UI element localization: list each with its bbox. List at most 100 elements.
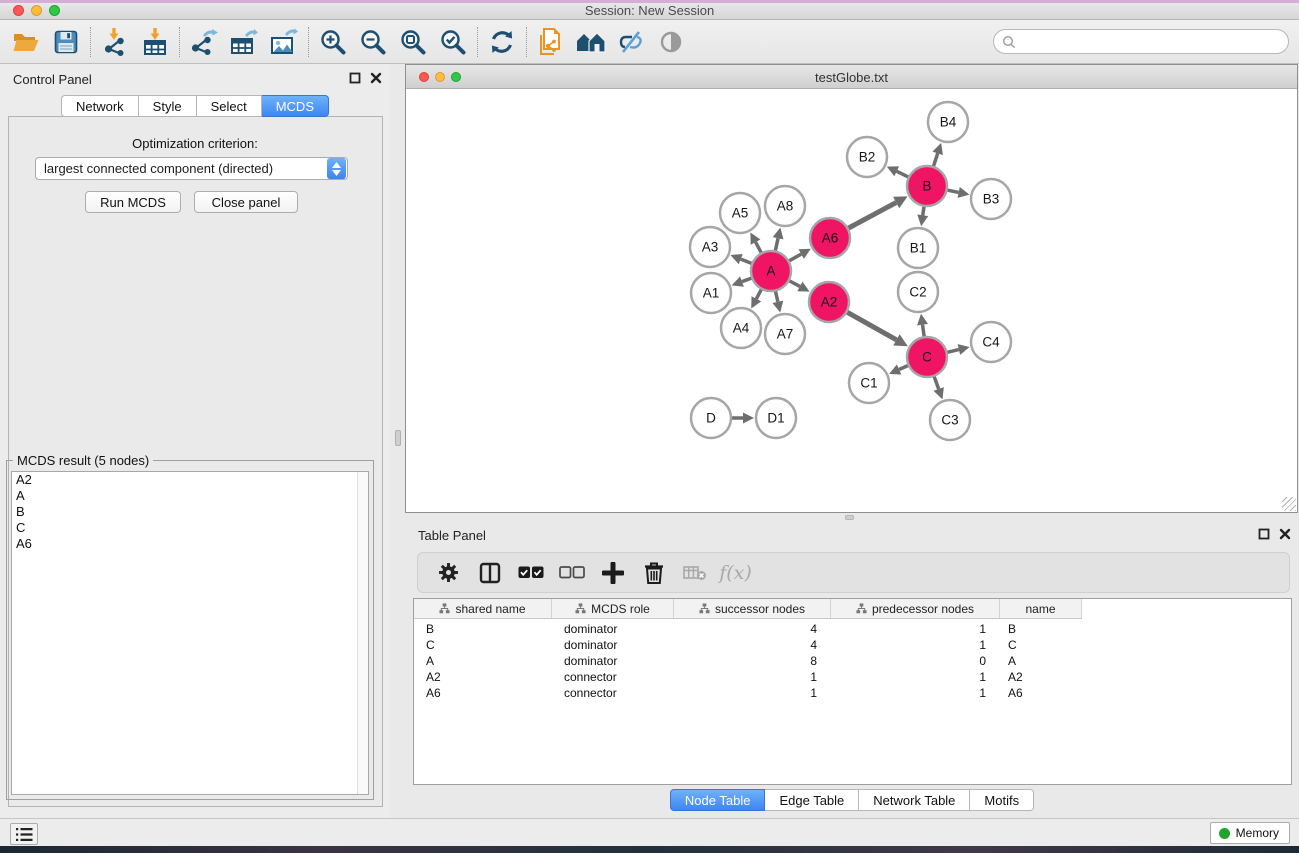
column-header-successor-nodes[interactable]: successor nodes xyxy=(674,599,831,618)
cell-MCDS-role[interactable]: dominator xyxy=(552,621,674,637)
node-table[interactable]: shared nameMCDS rolesuccessor nodesprede… xyxy=(413,598,1292,785)
mcds-result-item[interactable]: C xyxy=(12,520,368,536)
function-builder-button[interactable]: f(x) xyxy=(717,556,754,590)
create-column-button[interactable] xyxy=(594,556,631,590)
edge-arrowhead-icon xyxy=(772,301,783,313)
zoom-out-button[interactable] xyxy=(353,24,393,60)
cell-successor-nodes[interactable]: 4 xyxy=(674,637,831,653)
search-input[interactable] xyxy=(993,29,1289,54)
cell-predecessor-nodes[interactable]: 1 xyxy=(831,637,1000,653)
table-row[interactable]: A6connector11A6 xyxy=(414,685,1082,701)
column-header-name[interactable]: name xyxy=(1000,599,1082,618)
column-header-MCDS-role[interactable]: MCDS role xyxy=(552,599,674,618)
float-panel-icon[interactable] xyxy=(1258,528,1270,540)
tab-motifs[interactable]: Motifs xyxy=(970,789,1034,811)
result-list-scrollbar[interactable] xyxy=(357,472,368,794)
cell-MCDS-role[interactable]: connector xyxy=(552,669,674,685)
delete-columns-button[interactable] xyxy=(635,556,672,590)
cell-shared-name[interactable]: A2 xyxy=(414,669,552,685)
tab-node-table[interactable]: Node Table xyxy=(670,789,766,811)
deselect-all-button[interactable] xyxy=(553,556,590,590)
export-table-button[interactable] xyxy=(224,24,264,60)
close-panel-icon[interactable] xyxy=(1279,528,1291,540)
cell-name[interactable]: B xyxy=(1000,621,1082,637)
hierarchy-icon xyxy=(439,603,450,614)
save-floppy-icon xyxy=(54,30,78,54)
select-all-button[interactable] xyxy=(512,556,549,590)
save-session-button[interactable] xyxy=(46,24,86,60)
panel-splitter-handle[interactable] xyxy=(395,430,401,446)
network-window-titlebar[interactable]: testGlobe.txt xyxy=(406,65,1297,89)
export-network-button[interactable] xyxy=(184,24,224,60)
close-panel-button[interactable]: Close panel xyxy=(194,191,298,213)
mcds-result-list[interactable]: A2ABCA6 xyxy=(11,471,369,795)
cell-name[interactable]: A6 xyxy=(1000,685,1082,701)
column-header-shared-name[interactable]: shared name xyxy=(414,599,552,618)
cell-successor-nodes[interactable]: 1 xyxy=(674,685,831,701)
cell-shared-name[interactable]: A6 xyxy=(414,685,552,701)
cell-predecessor-nodes[interactable]: 0 xyxy=(831,653,1000,669)
table-row[interactable]: Bdominator41B xyxy=(414,621,1082,637)
refresh-view-button[interactable] xyxy=(482,24,522,60)
control-panel-tabbar: NetworkStyleSelectMCDS xyxy=(0,95,390,117)
mcds-result-item[interactable]: A2 xyxy=(12,472,368,488)
tab-edge-table[interactable]: Edge Table xyxy=(765,789,859,811)
cell-successor-nodes[interactable]: 1 xyxy=(674,669,831,685)
table-row[interactable]: A2connector11A2 xyxy=(414,669,1082,685)
cell-name[interactable]: C xyxy=(1000,637,1082,653)
column-header-predecessor-nodes[interactable]: predecessor nodes xyxy=(831,599,1000,618)
show-details-button[interactable] xyxy=(651,24,691,60)
mcds-result-item[interactable]: A6 xyxy=(12,536,368,552)
cell-name[interactable]: A2 xyxy=(1000,669,1082,685)
mcds-result-item[interactable]: A xyxy=(12,488,368,504)
edge-A2-C[interactable] xyxy=(845,311,897,340)
tab-network-table[interactable]: Network Table xyxy=(859,789,970,811)
edge-A6-B[interactable] xyxy=(846,203,896,230)
tab-style[interactable]: Style xyxy=(139,95,197,117)
task-history-button[interactable] xyxy=(10,823,38,845)
mcds-result-item[interactable]: B xyxy=(12,504,368,520)
toolbar-separator xyxy=(308,27,309,57)
columns-icon xyxy=(479,562,501,584)
cell-name[interactable]: A xyxy=(1000,653,1082,669)
show-column-button[interactable] xyxy=(471,556,508,590)
window-resize-grip[interactable] xyxy=(1282,497,1296,511)
table-row[interactable]: Adominator80A xyxy=(414,653,1082,669)
zoom-in-button[interactable] xyxy=(313,24,353,60)
tab-network[interactable]: Network xyxy=(61,95,139,117)
cell-predecessor-nodes[interactable]: 1 xyxy=(831,669,1000,685)
tab-select[interactable]: Select xyxy=(197,95,262,117)
open-session-button[interactable] xyxy=(6,24,46,60)
cell-MCDS-role[interactable]: connector xyxy=(552,685,674,701)
home-button[interactable] xyxy=(571,24,611,60)
zoom-selected-button[interactable] xyxy=(433,24,473,60)
toolbar-separator xyxy=(526,27,527,57)
delete-table-button[interactable] xyxy=(676,556,713,590)
close-panel-icon[interactable] xyxy=(370,72,382,84)
zoom-fit-button[interactable] xyxy=(393,24,433,60)
graph-node-label-B: B xyxy=(922,179,931,194)
network-graph-canvas[interactable]: B4B2BB3A5A8A6A3B1AA1C2A2A4A7C4CC1C3DD1 xyxy=(407,89,1298,512)
cell-successor-nodes[interactable]: 4 xyxy=(674,621,831,637)
table-row[interactable]: Cdominator41C xyxy=(414,637,1082,653)
trash-icon xyxy=(644,562,664,584)
import-network-button[interactable] xyxy=(95,24,135,60)
cell-predecessor-nodes[interactable]: 1 xyxy=(831,621,1000,637)
cell-successor-nodes[interactable]: 8 xyxy=(674,653,831,669)
cell-MCDS-role[interactable]: dominator xyxy=(552,637,674,653)
cell-shared-name[interactable]: C xyxy=(414,637,552,653)
criterion-dropdown[interactable]: largest connected component (directed) xyxy=(35,157,348,180)
open-session-file-button[interactable] xyxy=(531,24,571,60)
cell-predecessor-nodes[interactable]: 1 xyxy=(831,685,1000,701)
tab-mcds[interactable]: MCDS xyxy=(262,95,329,117)
cell-MCDS-role[interactable]: dominator xyxy=(552,653,674,669)
hide-labels-button[interactable] xyxy=(611,24,651,60)
table-mode-button[interactable] xyxy=(430,556,467,590)
import-table-button[interactable] xyxy=(135,24,175,60)
memory-button[interactable]: Memory xyxy=(1210,822,1290,844)
float-panel-icon[interactable] xyxy=(349,72,361,84)
cell-shared-name[interactable]: B xyxy=(414,621,552,637)
cell-shared-name[interactable]: A xyxy=(414,653,552,669)
run-mcds-button[interactable]: Run MCDS xyxy=(85,191,181,213)
export-image-button[interactable] xyxy=(264,24,304,60)
